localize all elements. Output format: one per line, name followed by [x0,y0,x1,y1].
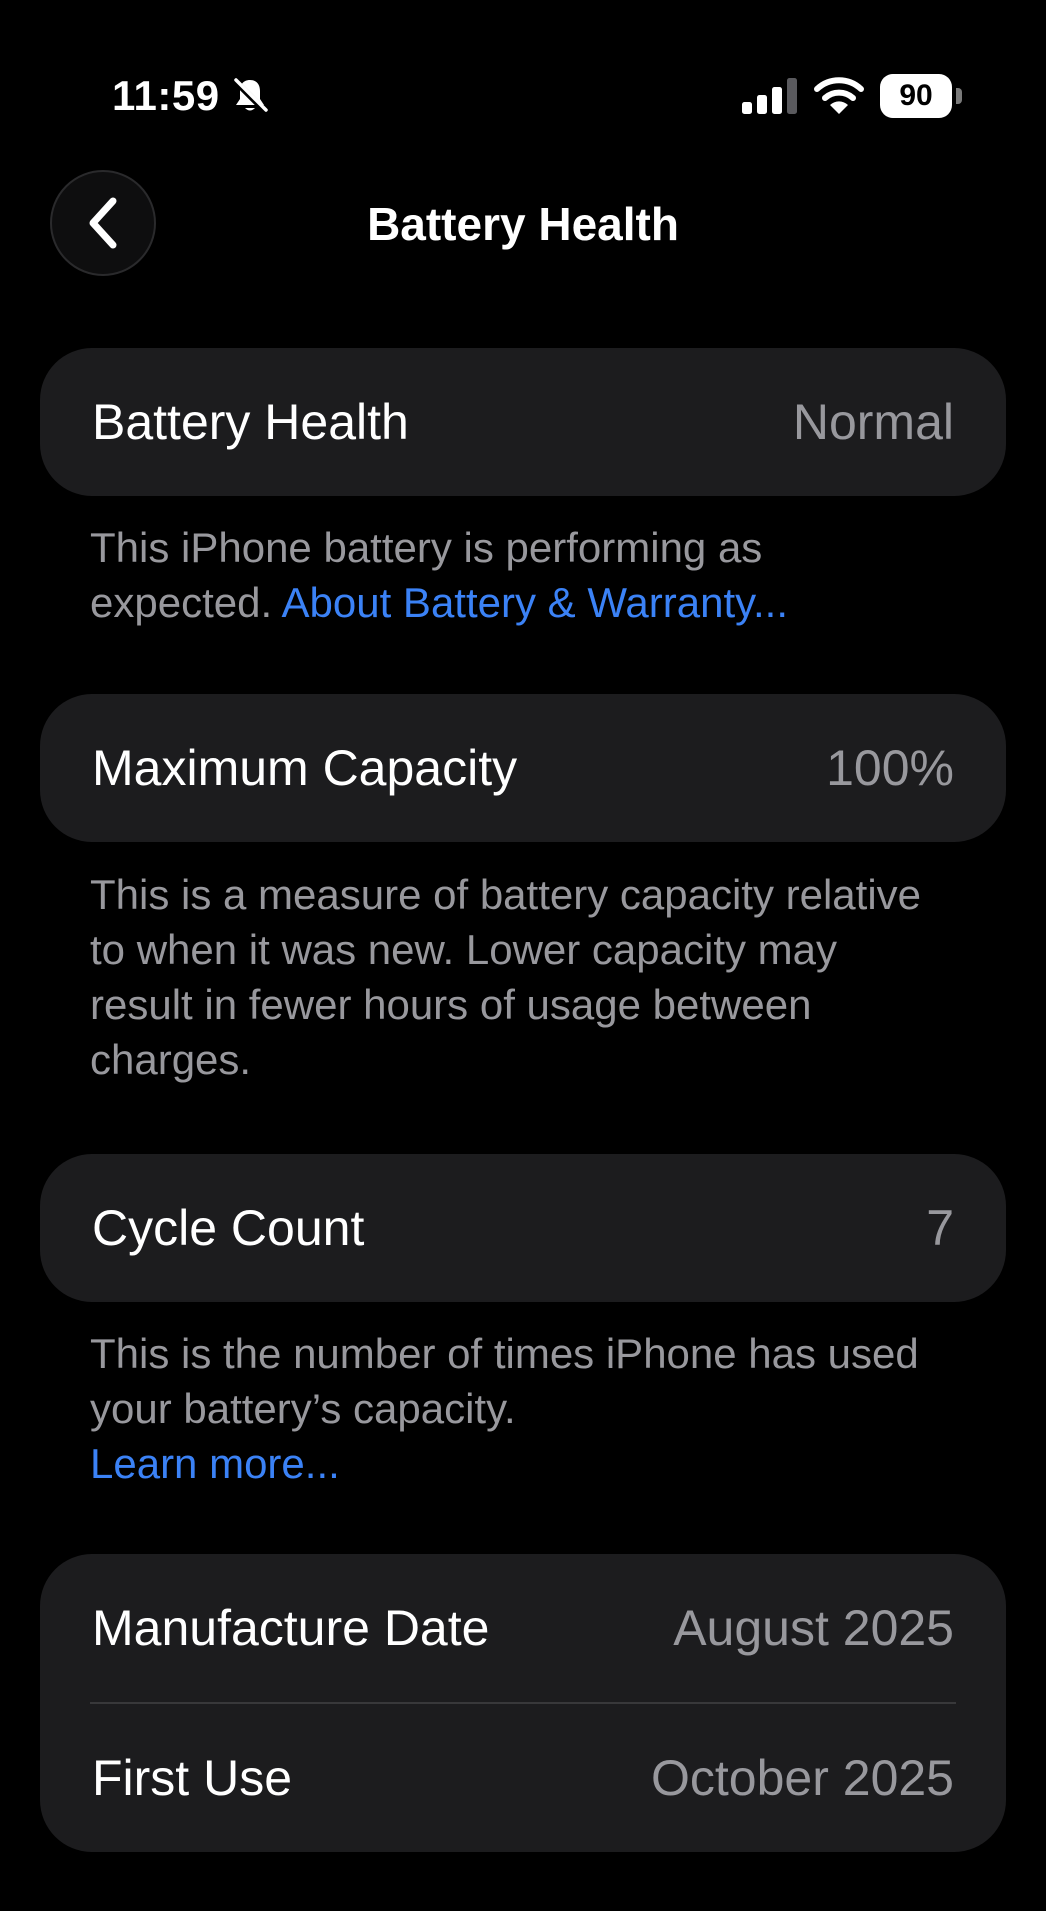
cycle-count-footnote: This is the number of times iPhone has u… [90,1326,950,1491]
battery-health-label: Battery Health [92,394,409,450]
maximum-capacity-label: Maximum Capacity [92,740,518,796]
battery-level: 90 [899,79,933,112]
cycle-count-row: Cycle Count 7 [40,1154,1006,1302]
manufacture-date-row: Manufacture Date August 2025 [40,1554,1006,1702]
first-use-value: October 2025 [651,1750,954,1806]
maximum-capacity-footnote: This is a measure of battery capacity re… [90,871,922,1083]
manufacture-date-label: Manufacture Date [92,1600,490,1656]
dates-card: Manufacture Date August 2025 First Use O… [40,1554,1006,1852]
status-time: 11:59 [112,72,220,119]
battery-health-row: Battery Health Normal [40,348,1006,496]
wifi-icon [814,77,864,114]
battery-icon: 90 [880,74,962,118]
status-bar: 11:59 90 [0,68,1046,124]
bell-slash-icon [232,78,268,114]
maximum-capacity-value: 100% [826,740,954,796]
maximum-capacity-card: Maximum Capacity 100% [40,694,1006,842]
learn-more-link[interactable]: Learn more... [90,1440,340,1487]
battery-health-footnote: This iPhone battery is performing as exp… [90,520,950,630]
battery-body: 90 [880,74,952,118]
cycle-count-label: Cycle Count [92,1200,365,1256]
maximum-capacity-row: Maximum Capacity 100% [40,694,1006,842]
first-use-row: First Use October 2025 [40,1704,1006,1852]
cycle-count-footnote-text: This is the number of times iPhone has u… [90,1330,919,1432]
battery-health-card: Battery Health Normal [40,348,1006,496]
manufacture-date-value: August 2025 [673,1600,954,1656]
about-battery-warranty-link[interactable]: About Battery & Warranty... [282,579,789,626]
battery-tip [956,88,962,104]
cellular-signal-icon [742,78,797,114]
first-use-label: First Use [92,1750,292,1806]
cycle-count-value: 7 [926,1200,954,1256]
battery-health-value: Normal [792,394,954,450]
cycle-count-card: Cycle Count 7 [40,1154,1006,1302]
page-title: Battery Health [367,198,679,250]
